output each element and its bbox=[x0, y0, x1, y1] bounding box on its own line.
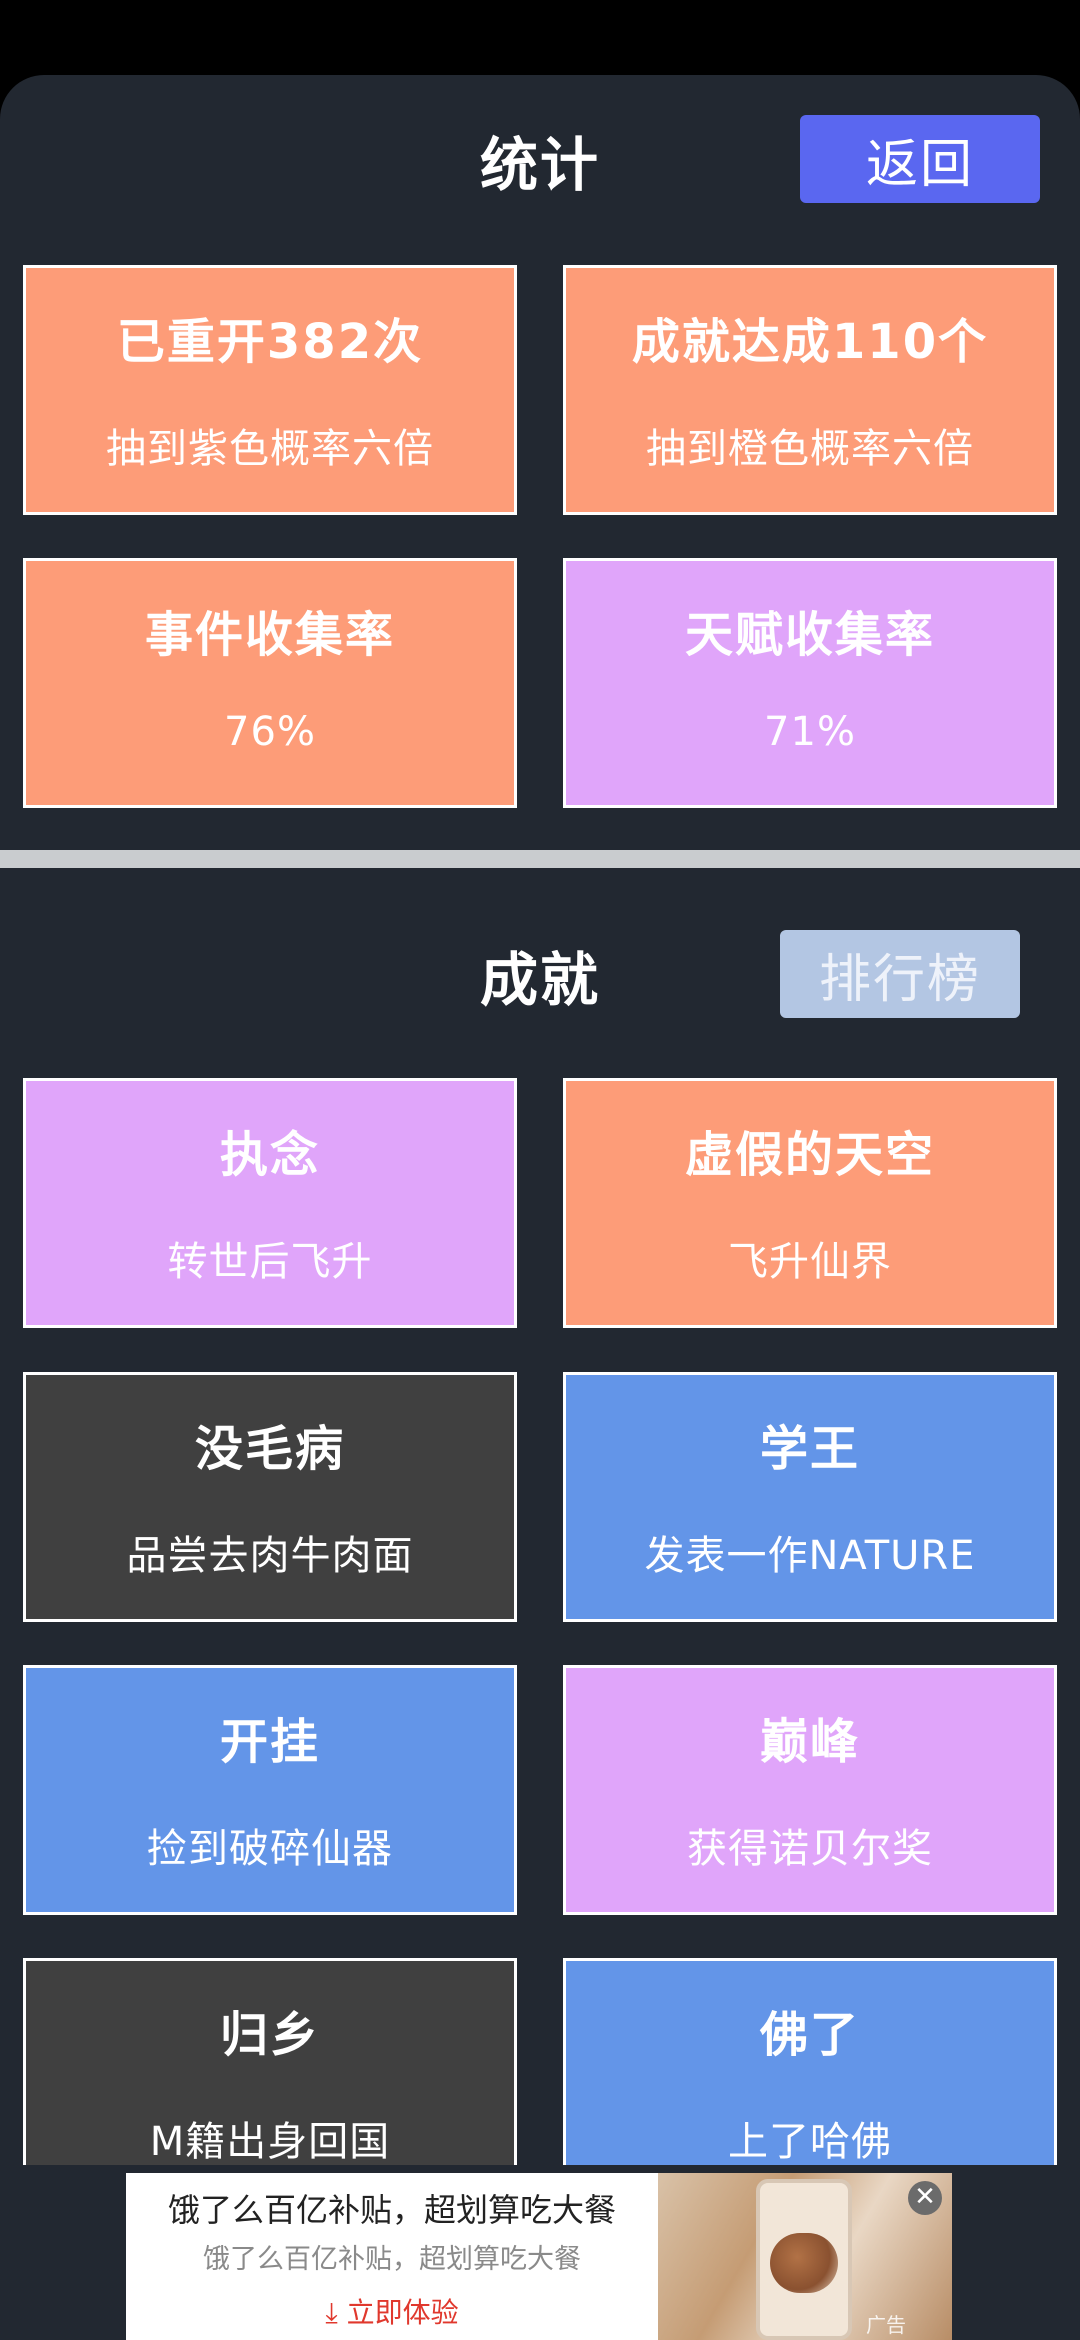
achievement-desc: 获得诺贝尔奖 bbox=[687, 1826, 933, 1872]
achievement-card[interactable]: 开挂 捡到破碎仙器 bbox=[23, 1665, 517, 1915]
stat-card-sub: 抽到紫色概率六倍 bbox=[106, 426, 434, 472]
stat-card-event-collection: 事件收集率 76% bbox=[23, 558, 517, 808]
section-divider bbox=[0, 850, 1080, 868]
achievement-desc: 转世后飞升 bbox=[167, 1239, 373, 1285]
achievement-title: 没毛病 bbox=[194, 1421, 345, 1477]
achievement-title: 佛了 bbox=[759, 2007, 860, 2063]
stat-card-title: 天赋收集率 bbox=[684, 607, 935, 663]
ad-text: 饿了么百亿补贴，超划算吃大餐 饿了么百亿补贴，超划算吃大餐 ⤓ 立即体验 bbox=[126, 2173, 658, 2340]
back-button[interactable]: 返回 bbox=[800, 115, 1040, 203]
achievement-title: 虚假的天空 bbox=[684, 1127, 935, 1183]
achievement-card[interactable]: 归乡 M籍出身回国 bbox=[23, 1958, 517, 2165]
app-screen: 统计 返回 已重开382次 抽到紫色概率六倍 成就达成110个 抽到橙色概率六倍… bbox=[0, 0, 1080, 2340]
ad-phone-image bbox=[756, 2179, 852, 2340]
achievement-title: 巅峰 bbox=[759, 1714, 860, 1770]
achievement-desc: 捡到破碎仙器 bbox=[147, 1826, 393, 1872]
ad-badge: 广告 bbox=[866, 2313, 906, 2337]
achievement-title: 学王 bbox=[759, 1421, 860, 1477]
leaderboard-button[interactable]: 排行榜 bbox=[780, 930, 1020, 1018]
achievement-card[interactable]: 虚假的天空 飞升仙界 bbox=[563, 1078, 1057, 1328]
ad-desc: 饿了么百亿补贴，超划算吃大餐 bbox=[203, 2244, 581, 2275]
stat-card-restarts: 已重开382次 抽到紫色概率六倍 bbox=[23, 265, 517, 515]
ad-cta-label: 立即体验 bbox=[346, 2296, 459, 2329]
achievements-header: 成就 排行榜 bbox=[0, 930, 1080, 1020]
achievement-title: 归乡 bbox=[219, 2007, 320, 2063]
ad-cta-button[interactable]: ⤓ 立即体验 bbox=[126, 2291, 658, 2331]
achievement-card[interactable]: 学王 发表一作NATURE bbox=[563, 1372, 1057, 1622]
achievement-title: 开挂 bbox=[219, 1714, 320, 1770]
achievement-desc: 飞升仙界 bbox=[728, 1239, 892, 1285]
stat-card-title: 已重开382次 bbox=[116, 314, 424, 370]
main-panel: 统计 返回 已重开382次 抽到紫色概率六倍 成就达成110个 抽到橙色概率六倍… bbox=[0, 75, 1080, 2165]
download-icon: ⤓ bbox=[325, 2296, 338, 2329]
close-icon[interactable]: ✕ bbox=[908, 2181, 942, 2215]
achievement-desc: 上了哈佛 bbox=[728, 2119, 892, 2165]
stat-card-sub: 抽到橙色概率六倍 bbox=[646, 426, 974, 472]
achievement-card[interactable]: 执念 转世后飞升 bbox=[23, 1078, 517, 1328]
stat-card-achievements: 成就达成110个 抽到橙色概率六倍 bbox=[563, 265, 1057, 515]
achievement-card[interactable]: 佛了 上了哈佛 bbox=[563, 1958, 1057, 2165]
achievement-title: 执念 bbox=[219, 1127, 320, 1183]
stat-card-sub: 71% bbox=[764, 709, 856, 755]
achievement-desc: 发表一作NATURE bbox=[644, 1533, 976, 1579]
achievement-desc: M籍出身回国 bbox=[149, 2119, 391, 2165]
achievement-desc: 品尝去肉牛肉面 bbox=[126, 1533, 414, 1579]
stat-card-title: 事件收集率 bbox=[144, 607, 395, 663]
achievement-card[interactable]: 巅峰 获得诺贝尔奖 bbox=[563, 1665, 1057, 1915]
ad-banner[interactable]: 饿了么百亿补贴，超划算吃大餐 饿了么百亿补贴，超划算吃大餐 ⤓ 立即体验 ✕ 广… bbox=[126, 2173, 952, 2340]
stat-card-talent-collection: 天赋收集率 71% bbox=[563, 558, 1057, 808]
stat-card-title: 成就达成110个 bbox=[631, 314, 989, 370]
ad-food-image bbox=[770, 2233, 838, 2293]
achievement-card[interactable]: 没毛病 品尝去肉牛肉面 bbox=[23, 1372, 517, 1622]
stat-card-sub: 76% bbox=[224, 709, 316, 755]
ad-title: 饿了么百亿补贴，超划算吃大餐 bbox=[167, 2191, 616, 2229]
stats-header: 统计 返回 bbox=[0, 115, 1080, 205]
